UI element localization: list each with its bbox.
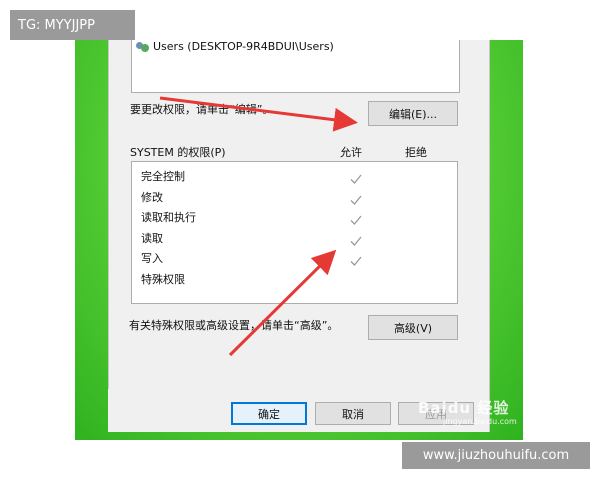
annotation-arrows xyxy=(159,96,358,357)
arrow-to-edit-button xyxy=(159,96,358,132)
arrow-to-permissions xyxy=(228,249,337,357)
site-url-label: www.jiuzhouhuifu.com xyxy=(402,442,590,469)
tag-label: TG: MYYJJPP xyxy=(10,10,135,40)
